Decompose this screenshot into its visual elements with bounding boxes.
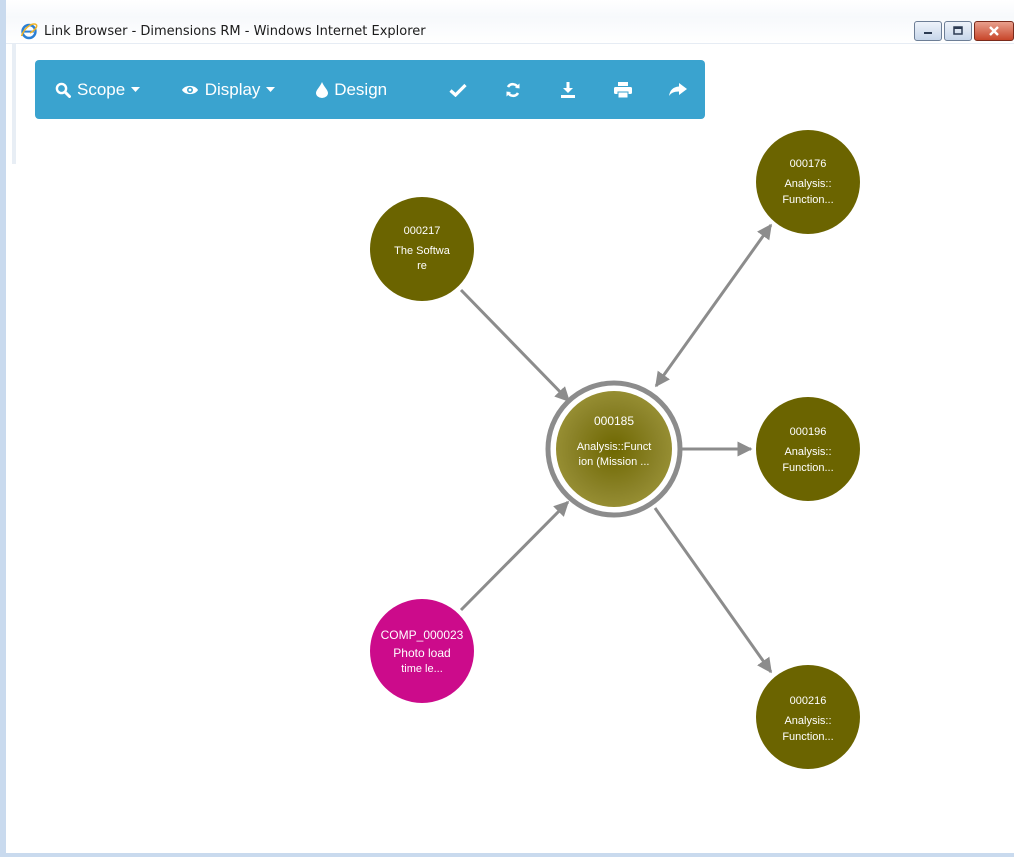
page-content: 000185 Analysis::Funct ion (Mission ... …: [12, 44, 1014, 853]
maximize-button[interactable]: [944, 21, 972, 41]
node-label-line1: Analysis::: [784, 715, 831, 727]
close-button[interactable]: [974, 21, 1014, 41]
window-title: Link Browser - Dimensions RM - Windows I…: [44, 24, 426, 39]
download-icon: [560, 81, 575, 98]
eye-icon: [181, 84, 199, 96]
refresh-button[interactable]: [485, 60, 540, 119]
toolbar: Scope Display Design: [35, 60, 705, 119]
node-label-line2: time le...: [401, 663, 443, 675]
graph-node-000196[interactable]: 000196 Analysis:: Function...: [756, 397, 860, 501]
tint-icon: [316, 81, 329, 98]
print-button[interactable]: [595, 60, 650, 119]
node-id: 000176: [790, 158, 827, 170]
node-id: 000185: [594, 414, 634, 428]
minimize-button[interactable]: [914, 21, 942, 41]
graph-node-000176[interactable]: 000176 Analysis:: Function...: [756, 130, 860, 234]
node-id: 000196: [790, 426, 827, 438]
share-button[interactable]: [650, 60, 705, 119]
download-button[interactable]: [540, 60, 595, 119]
search-icon: [55, 82, 71, 98]
title-bar: Link Browser - Dimensions RM - Windows I…: [6, 0, 1014, 44]
browser-window: Link Browser - Dimensions RM - Windows I…: [0, 0, 1014, 857]
node-label-line2: ion (Mission ...: [579, 456, 650, 468]
node-label-line2: Function...: [782, 462, 833, 474]
edge-185-to-216: [653, 507, 773, 674]
node-label-line1: Analysis::: [784, 178, 831, 190]
link-graph: 000185 Analysis::Funct ion (Mission ... …: [370, 130, 860, 769]
refresh-icon: [506, 82, 520, 97]
caret-down-icon: [266, 86, 276, 93]
print-icon: [613, 81, 632, 98]
scope-dropdown[interactable]: Scope: [55, 60, 181, 119]
node-label-line1: The Softwa: [394, 245, 451, 257]
graph-node-000217[interactable]: 000217 The Softwa re: [370, 197, 474, 301]
node-label-line2: re: [417, 260, 427, 272]
node-label-line2: Function...: [782, 194, 833, 206]
graph-node-000216[interactable]: 000216 Analysis:: Function...: [756, 665, 860, 769]
caret-down-icon: [131, 86, 141, 93]
node-label-line2: Function...: [782, 731, 833, 743]
node-id: COMP_000023: [381, 628, 464, 642]
minimize-icon: [924, 32, 932, 34]
share-icon: [668, 82, 687, 96]
scope-label: Scope: [77, 79, 126, 99]
display-dropdown[interactable]: Display: [181, 60, 317, 119]
maximize-icon: [953, 26, 963, 35]
node-label-line1: Photo load: [393, 646, 450, 660]
check-button[interactable]: [430, 60, 485, 119]
node-label-line1: Analysis::Funct: [577, 441, 652, 453]
edge-185-176: [654, 223, 773, 388]
graph-node-comp-000023[interactable]: COMP_000023 Photo load time le...: [370, 599, 474, 703]
node-label-line1: Analysis::: [784, 446, 831, 458]
graph-node-center[interactable]: 000185 Analysis::Funct ion (Mission ...: [545, 380, 683, 518]
display-label: Display: [204, 79, 261, 99]
edge-217-to-185: [459, 288, 571, 403]
node-id: 000217: [404, 225, 441, 237]
design-button[interactable]: Design: [316, 60, 430, 119]
edge-023-to-185: [459, 500, 570, 612]
internet-explorer-icon: [20, 23, 38, 40]
window-controls: [914, 21, 1014, 41]
close-icon: [989, 26, 999, 36]
node-id: 000216: [790, 695, 827, 707]
design-label: Design: [334, 79, 388, 99]
check-icon: [448, 83, 467, 97]
